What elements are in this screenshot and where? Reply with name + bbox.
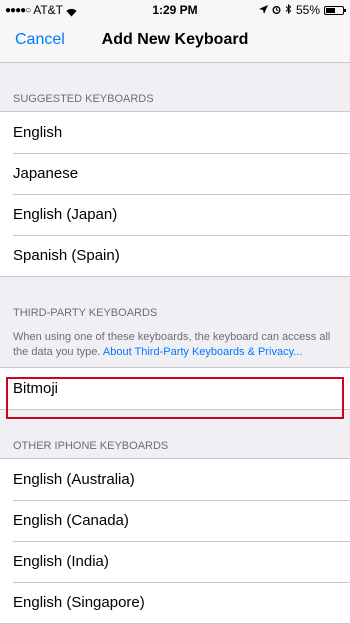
alarm-icon: [272, 3, 281, 17]
keyboard-row-english-canada[interactable]: English (Canada): [0, 500, 350, 541]
keyboard-row-bitmoji[interactable]: Bitmoji: [0, 368, 350, 409]
battery-fill: [326, 7, 335, 13]
navigation-bar: Cancel Add New Keyboard: [0, 20, 350, 63]
keyboard-row-english-singapore[interactable]: English (Singapore): [0, 582, 350, 623]
bluetooth-icon: [285, 3, 292, 17]
section-header-third-party: THIRD-PARTY KEYBOARDS: [13, 307, 158, 319]
battery-percent: 55%: [295, 3, 320, 17]
keyboard-row-english-india[interactable]: English (India): [0, 541, 350, 582]
other-keyboards-group: English (Australia) English (Canada) Eng…: [0, 458, 350, 624]
keyboard-row-english-australia[interactable]: English (Australia): [0, 459, 350, 500]
section-header-suggested: SUGGESTED KEYBOARDS: [13, 93, 154, 105]
privacy-link[interactable]: About Third-Party Keyboards & Privacy...: [103, 346, 303, 358]
suggested-keyboards-group: English Japanese English (Japan) Spanish…: [0, 111, 350, 277]
page-title: Add New Keyboard: [101, 31, 249, 48]
battery-icon: [324, 5, 346, 15]
keyboard-list[interactable]: SUGGESTED KEYBOARDS English Japanese Eng…: [0, 63, 350, 624]
location-arrow-icon: [258, 3, 268, 17]
keyboard-row-english[interactable]: English: [0, 112, 350, 153]
third-party-keyboards-group: Bitmoji: [0, 367, 350, 410]
keyboard-row-japanese[interactable]: Japanese: [0, 153, 350, 194]
third-party-note: When using one of these keyboards, the k…: [0, 327, 350, 367]
status-bar: ●●●●○ AT&T 1:29 PM 55%: [0, 0, 350, 20]
status-right: 55%: [258, 3, 346, 17]
section-header-other: OTHER IPHONE KEYBOARDS: [13, 440, 169, 452]
keyboard-row-english-japan[interactable]: English (Japan): [0, 194, 350, 235]
keyboard-row-spanish-spain[interactable]: Spanish (Spain): [0, 235, 350, 276]
